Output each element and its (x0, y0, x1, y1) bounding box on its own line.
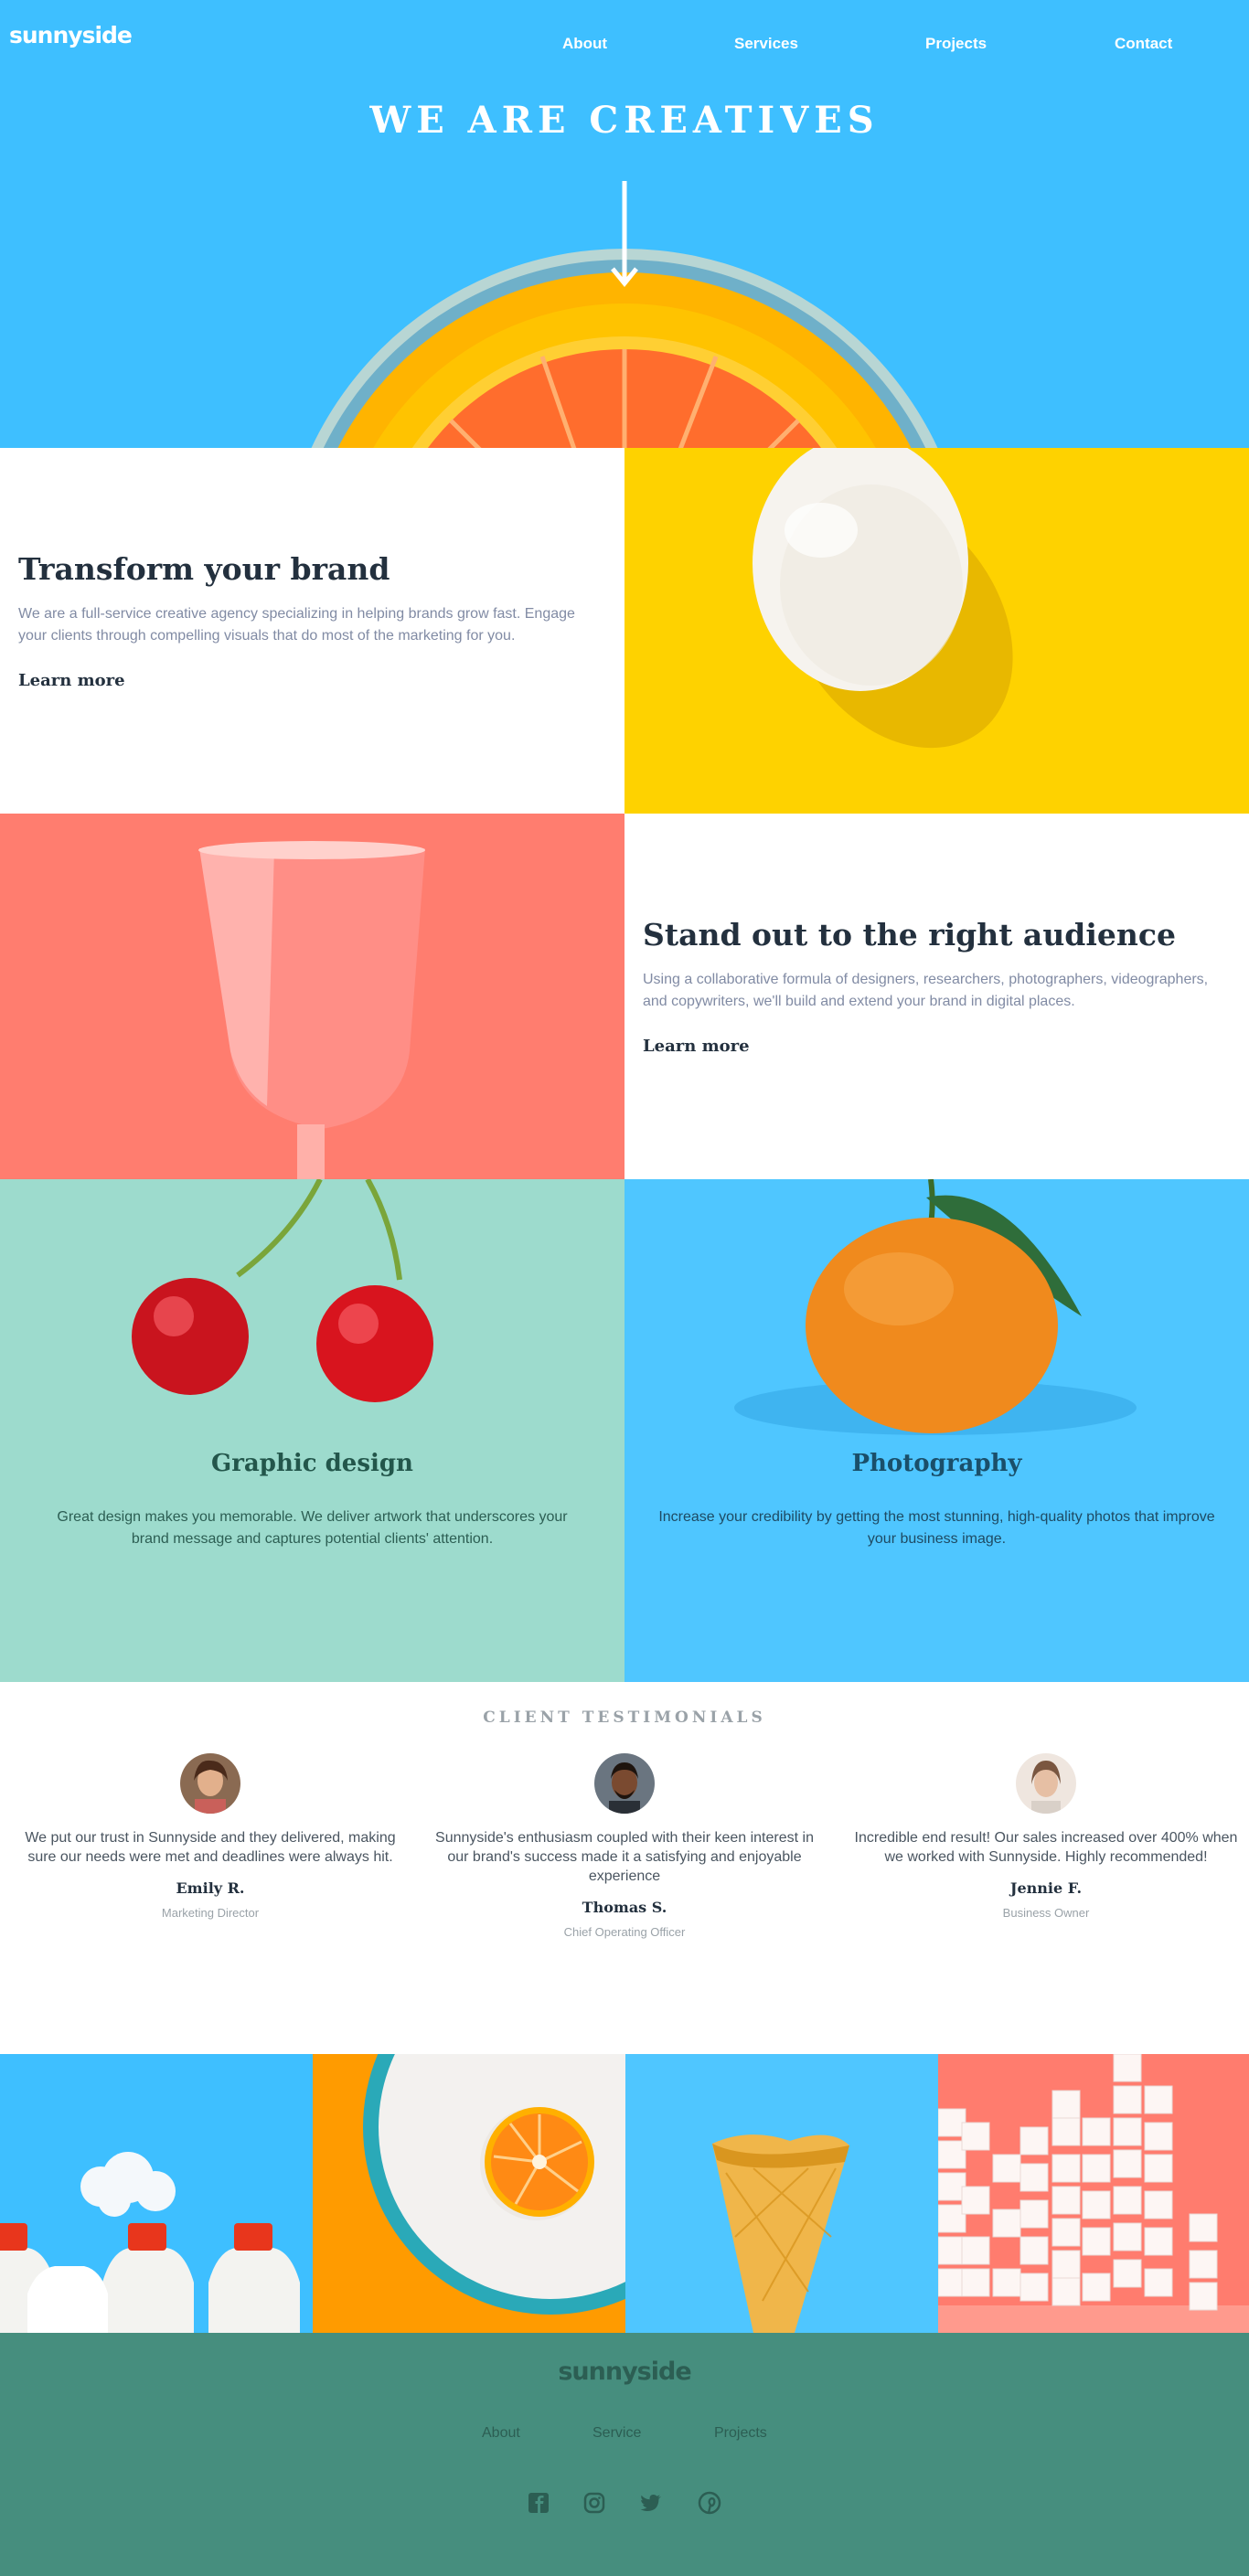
feature-text: Using a collaborative formula of designe… (643, 972, 1209, 1009)
cherries-image (132, 1179, 433, 1402)
nav-link-services[interactable]: Services (734, 35, 798, 53)
testimonial-name: Jennie F. (1009, 1879, 1083, 1897)
footer: sunnyside About Service Projects (0, 2333, 1249, 2576)
testimonial-card: Incredible end result! Our sales increas… (845, 1753, 1247, 1920)
twitter-icon[interactable] (638, 2490, 664, 2516)
feature-title: Transform your brand (18, 551, 390, 587)
learn-more-link[interactable]: Learn more (643, 1037, 750, 1056)
site-logo[interactable]: sunnyside (9, 22, 133, 48)
testimonial-card: We put our trust in Sunnyside and they d… (9, 1753, 411, 1920)
feature-title: Stand out to the right audience (643, 917, 1176, 953)
pinterest-icon[interactable] (697, 2490, 722, 2516)
service-photography: Photography Increase your credibility by… (624, 1179, 1249, 1682)
testimonial-quote: Incredible end result! Our sales increas… (854, 1830, 1238, 1865)
footer-link-projects[interactable]: Projects (714, 2425, 767, 2442)
hero-title: WE ARE CREATIVES (369, 99, 880, 142)
cup-image (0, 814, 624, 1179)
nav-link-projects[interactable]: Projects (925, 35, 987, 53)
service-title: Photography (851, 1450, 1022, 1477)
footer-logo[interactable]: sunnyside (0, 2358, 1249, 2386)
service-text: Increase your credibility by getting the… (658, 1509, 1215, 1547)
avatar (1016, 1753, 1076, 1814)
nav-link-contact[interactable]: Contact (1115, 35, 1172, 53)
testimonial-role: Marketing Director (161, 1906, 260, 1920)
testimonial-name: Emily R. (176, 1879, 245, 1897)
facebook-icon[interactable] (526, 2490, 551, 2516)
instagram-icon[interactable] (582, 2490, 607, 2516)
service-text: Great design makes you memorable. We del… (57, 1509, 568, 1547)
service-graphic-design: Graphic design Great design makes you me… (0, 1179, 624, 1682)
footer-link-service[interactable]: Service (592, 2425, 641, 2442)
testimonial-quote: We put our trust in Sunnyside and they d… (25, 1830, 396, 1865)
feature-transform: Transform your brand We are a full-servi… (0, 448, 624, 814)
learn-more-link[interactable]: Learn more (18, 671, 125, 690)
testimonial-quote: Sunnyside's enthusiasm coupled with thei… (435, 1830, 814, 1884)
feature-stand-out: Stand out to the right audience Using a … (624, 814, 1249, 1179)
gallery-milk-bottles-image (0, 2054, 313, 2333)
testimonial-name: Thomas S. (582, 1899, 667, 1916)
avatar (180, 1753, 240, 1814)
gallery-cone-image (625, 2054, 938, 2333)
gallery-orange-plate-image (313, 2054, 625, 2333)
egg-image (624, 448, 1249, 814)
footer-link-about[interactable]: About (482, 2425, 520, 2442)
orange-image (734, 1179, 1137, 1435)
feature-text: We are a full-service creative agency sp… (18, 606, 575, 644)
testimonials-heading: CLIENT TESTIMONIALS (483, 1708, 766, 1727)
nav-link-about[interactable]: About (562, 35, 607, 53)
testimonial-role: Chief Operating Officer (563, 1925, 686, 1939)
arrow-down-icon[interactable] (611, 181, 638, 289)
testimonial-role: Business Owner (1002, 1906, 1090, 1920)
hero-section: sunnyside About Services Projects Contac… (0, 0, 1249, 448)
testimonial-card: Sunnyside's enthusiasm coupled with thei… (423, 1753, 826, 1939)
service-title: Graphic design (211, 1450, 413, 1477)
gallery-sugar-cubes-image (938, 2054, 1249, 2333)
avatar (594, 1753, 655, 1814)
